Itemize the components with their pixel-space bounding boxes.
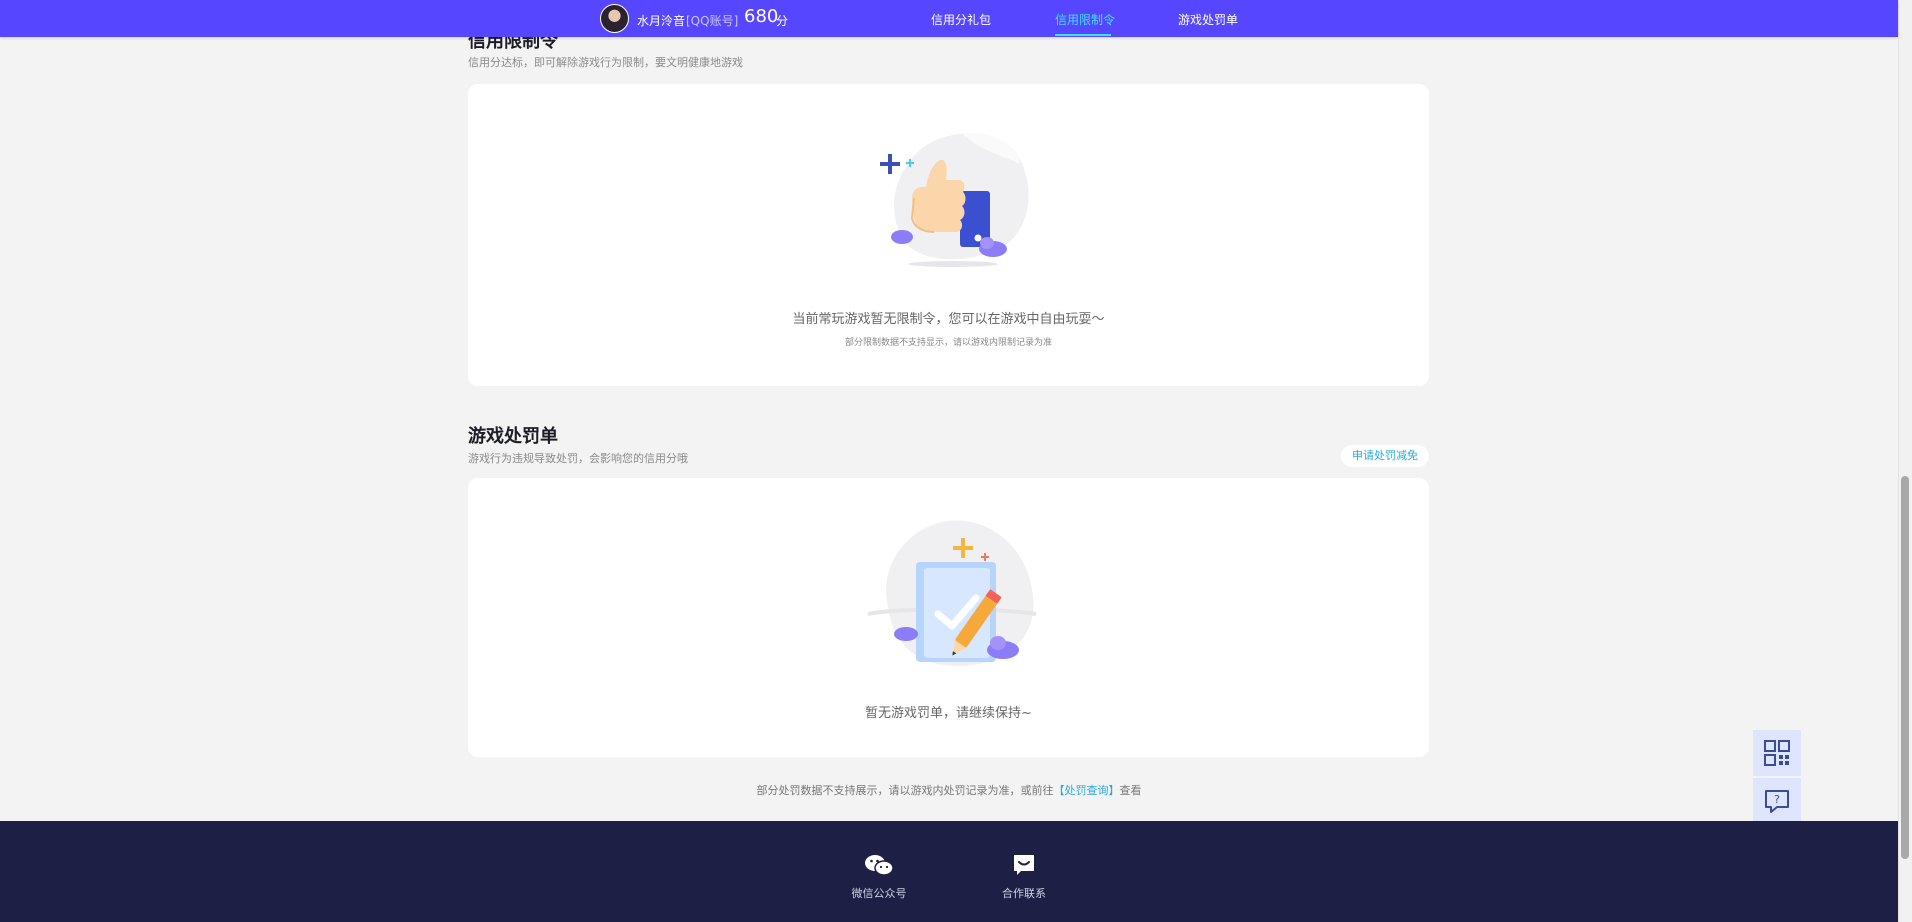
penalty-card: 暂无游戏罚单，请继续保持~ xyxy=(468,478,1429,757)
help-button[interactable]: ? xyxy=(1753,778,1801,824)
penalty-empty-text: 暂无游戏罚单，请继续保持~ xyxy=(865,706,1032,721)
restriction-section-subtitle: 信用分达标，即可解除游戏行为限制，要文明健康地游戏 xyxy=(468,56,743,69)
account-type-label: [QQ账号] xyxy=(686,14,739,28)
qr-code-button[interactable] xyxy=(1753,730,1801,776)
footer: 微信公众号 合作联系 xyxy=(0,821,1898,922)
restriction-empty-text: 当前常玩游戏暂无限制令，您可以在游戏中自由玩耍～ xyxy=(792,312,1105,327)
footer-wechat[interactable]: 微信公众号 xyxy=(839,853,919,901)
chat-smile-icon xyxy=(1014,855,1034,875)
penalty-note: 部分处罚数据不支持展示，请以游戏内处罚记录为准，或前往【处罚查询】查看 xyxy=(0,782,1898,798)
active-tab-indicator xyxy=(1055,34,1111,36)
penalty-query-link[interactable]: 【处罚查询】 xyxy=(1054,784,1120,797)
apply-penalty-reduction-button[interactable]: 申请处罚减免 xyxy=(1341,445,1429,467)
username: 水月泠音 xyxy=(637,14,686,28)
top-bar: 水月泠音 [QQ账号] 680 分 信用分礼包 信用限制令 游戏处罚单 xyxy=(0,0,1898,37)
penalty-note-text: 部分处罚数据不支持展示，请以游戏内处罚记录为准，或前往 xyxy=(756,784,1054,797)
wechat-icon xyxy=(865,855,894,876)
thumbs-up-illustration xyxy=(880,133,1029,267)
credit-score-unit: 分 xyxy=(776,14,789,28)
help-chat-icon: ? xyxy=(1765,790,1789,813)
scrollbar-thumb[interactable] xyxy=(1901,476,1909,859)
tab-credit-restriction[interactable]: 信用限制令 xyxy=(1055,11,1115,28)
restriction-card: 当前常玩游戏暂无限制令，您可以在游戏中自由玩耍～ 部分限制数据不支持显示，请以游… xyxy=(468,84,1429,386)
avatar[interactable] xyxy=(600,4,629,33)
credit-score: 680 xyxy=(744,6,779,27)
footer-cooperation-label: 合作联系 xyxy=(1002,887,1046,900)
qr-code-icon xyxy=(1764,740,1790,766)
tab-credit-gift[interactable]: 信用分礼包 xyxy=(931,11,991,28)
penalty-section-title: 游戏处罚单 xyxy=(468,426,558,447)
restriction-empty-subtext: 部分限制数据不支持显示，请以游戏内限制记录为准 xyxy=(844,338,1052,348)
penalty-note-suffix: 查看 xyxy=(1119,784,1142,797)
footer-cooperation[interactable]: 合作联系 xyxy=(984,853,1064,901)
penalty-section-subtitle: 游戏行为违规导致处罚，会影响您的信用分哦 xyxy=(468,452,688,465)
svg-text:?: ? xyxy=(1774,793,1780,806)
document-pencil-illustration xyxy=(867,520,1037,666)
footer-wechat-label: 微信公众号 xyxy=(851,887,907,900)
tab-game-penalty[interactable]: 游戏处罚单 xyxy=(1178,11,1238,28)
